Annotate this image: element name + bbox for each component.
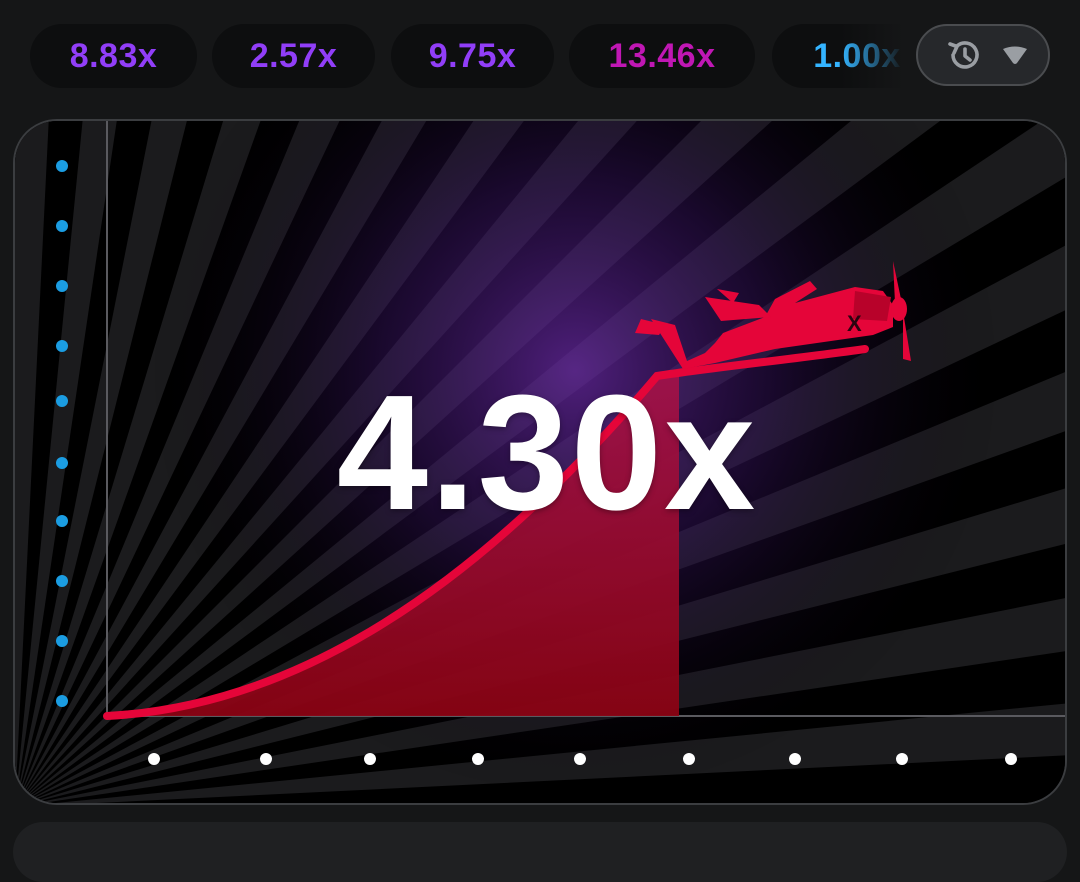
history-item[interactable]: 9.75x bbox=[391, 24, 554, 88]
x-axis-dot bbox=[1005, 753, 1017, 765]
x-axis-dot bbox=[260, 753, 272, 765]
history-item[interactable]: 13.46x bbox=[569, 24, 755, 88]
history-item-label: 9.75x bbox=[428, 36, 517, 75]
y-axis-dot bbox=[56, 515, 68, 527]
history-item[interactable]: 1.00x bbox=[772, 24, 905, 88]
y-axis-dot bbox=[56, 280, 68, 292]
x-axis-dot bbox=[364, 753, 376, 765]
bet-panel bbox=[13, 822, 1067, 882]
history-bar: 8.83x 2.57x 9.75x 13.46x 1.00x bbox=[0, 0, 1080, 112]
y-axis-dot bbox=[56, 160, 68, 172]
plane-logo-x: X bbox=[847, 311, 862, 336]
history-item-label: 2.57x bbox=[249, 36, 338, 75]
game-canvas: X 4.30x bbox=[13, 119, 1067, 805]
history-item-label: 1.00x bbox=[813, 36, 901, 75]
history-item-label: 8.83x bbox=[69, 36, 158, 75]
history-item[interactable]: 8.83x bbox=[30, 24, 197, 88]
history-list: 8.83x 2.57x 9.75x 13.46x 1.00x bbox=[0, 0, 905, 112]
x-axis-dot bbox=[683, 753, 695, 765]
y-axis-dot bbox=[56, 220, 68, 232]
history-icon bbox=[948, 41, 979, 69]
history-item-label: 13.46x bbox=[608, 36, 716, 75]
y-axis-dot bbox=[56, 575, 68, 587]
current-multiplier: 4.30x bbox=[336, 361, 758, 544]
x-axis-dot bbox=[148, 753, 160, 765]
x-axis-dot bbox=[574, 753, 586, 765]
x-axis-dot bbox=[896, 753, 908, 765]
y-axis-dot bbox=[56, 340, 68, 352]
history-toggle-button[interactable] bbox=[916, 24, 1050, 86]
x-axis-dot bbox=[789, 753, 801, 765]
history-item[interactable]: 2.57x bbox=[212, 24, 375, 88]
y-axis-dot bbox=[56, 395, 68, 407]
y-axis-dot bbox=[56, 695, 68, 707]
x-axis-dot bbox=[472, 753, 484, 765]
y-axis-dot bbox=[56, 635, 68, 647]
y-axis-dot bbox=[56, 457, 68, 469]
chevron-down-icon bbox=[1003, 46, 1027, 64]
